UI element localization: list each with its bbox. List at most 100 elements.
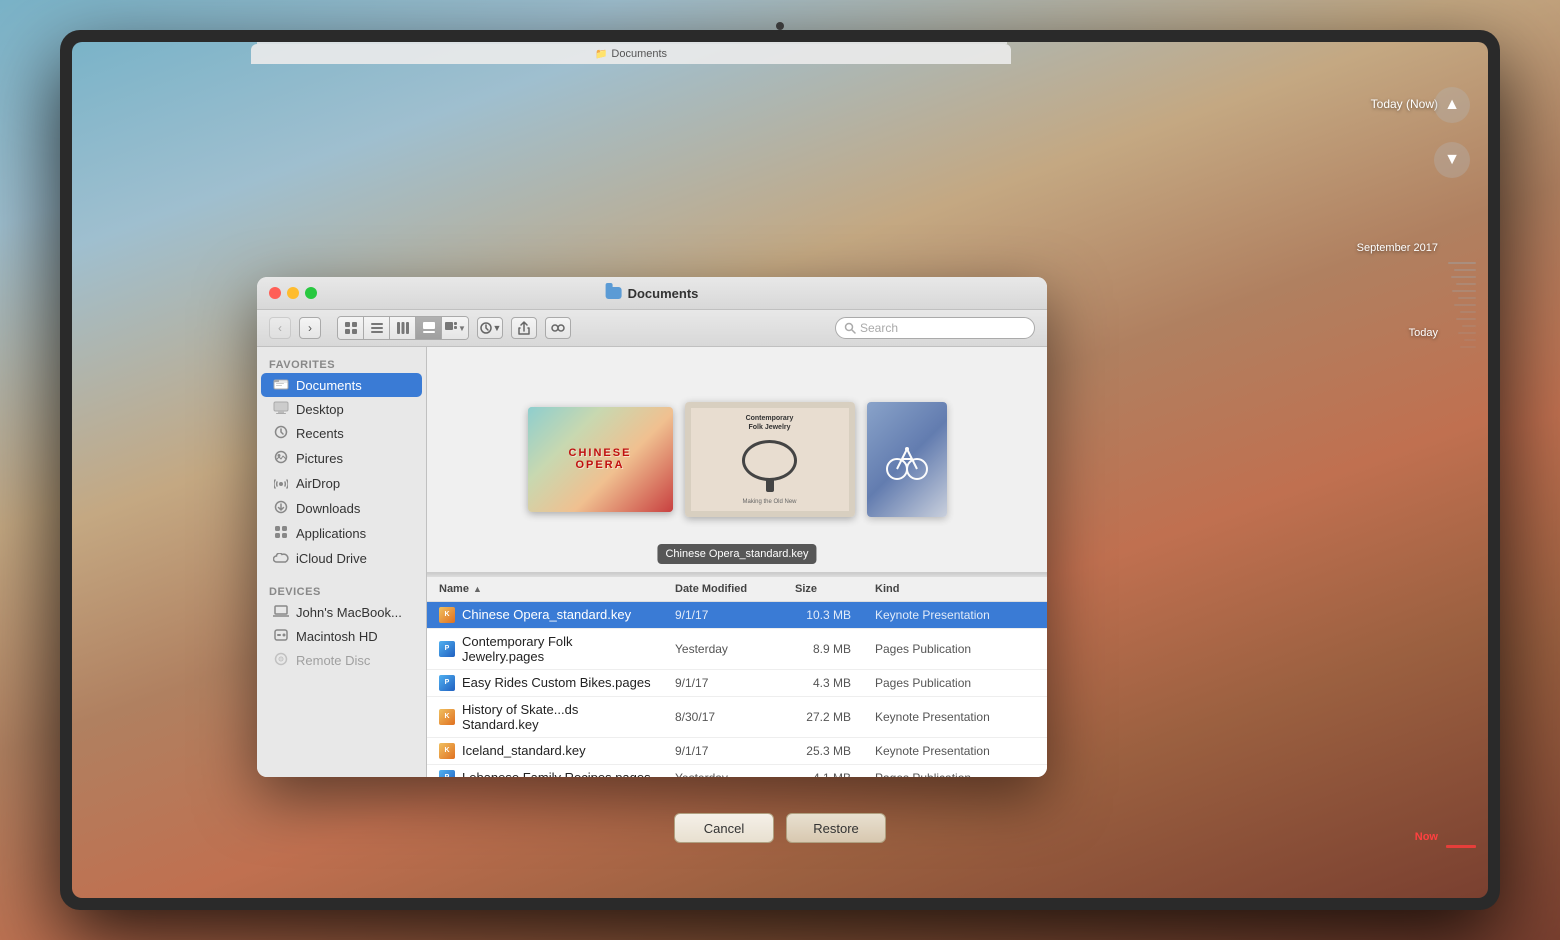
sidebar-item-remote-disc[interactable]: Remote Disc [261,648,422,673]
jewelry-title: ContemporaryFolk Jewelry [746,414,794,432]
bikes-preview[interactable] [867,402,947,517]
pendant [766,478,774,492]
file-name: P Easy Rides Custom Bikes.pages [427,670,667,696]
file-date: 8/30/17 [667,705,787,729]
maximize-button[interactable] [305,287,317,299]
file-kind: Pages Publication [867,671,1047,695]
back-button[interactable]: ‹ [269,317,291,339]
header-size[interactable]: Size [787,577,867,601]
restore-button[interactable]: Restore [786,813,886,843]
window-title: Documents [628,286,699,301]
sidebar-item-downloads[interactable]: Downloads [261,496,422,521]
header-name[interactable]: Name ▲ [427,577,667,601]
header-date[interactable]: Date Modified [667,577,787,601]
sidebar-documents-label: Documents [296,378,362,393]
tm-up-icon: ▲ [1444,96,1460,114]
finder-window: Documents ‹ › [257,277,1047,777]
camera-dot [776,22,784,30]
traffic-lights [269,287,317,299]
table-row[interactable]: K History of Skate...ds Standard.key 8/3… [427,697,1047,738]
tm-tick-bars [1436,262,1476,848]
file-size: 4.1 MB [787,766,867,778]
sidebar-remote-disc-label: Remote Disc [296,653,370,668]
documents-icon [273,377,289,393]
view-column-button[interactable] [390,317,416,339]
keynote-file-icon: K [439,709,455,725]
file-kind: Keynote Presentation [867,603,1047,627]
file-date: 9/1/17 [667,671,787,695]
file-size: 8.9 MB [787,637,867,661]
cancel-button[interactable]: Cancel [674,813,774,843]
sidebar-item-recents[interactable]: Recents [261,421,422,446]
opera-preview[interactable]: CHINESE OPERA [528,407,673,512]
toolbar: ‹ › [257,310,1047,347]
recents-icon [273,425,289,442]
sidebar-item-applications[interactable]: Applications [261,521,422,546]
file-name: P Contemporary Folk Jewelry.pages [427,629,667,669]
keynote-file-icon: K [439,743,455,759]
file-size: 27.2 MB [787,705,867,729]
forward-button[interactable]: › [299,317,321,339]
sidebar-airdrop-label: AirDrop [296,476,340,491]
jewelry-subtitle: Making the Old New [742,499,796,505]
view-list-button[interactable] [364,317,390,339]
sidebar-item-airdrop[interactable]: AirDrop [261,471,422,496]
file-tooltip: Chinese Opera_standard.key [657,544,816,564]
downloads-icon [273,500,289,517]
table-row[interactable]: P Easy Rides Custom Bikes.pages 9/1/17 4… [427,670,1047,697]
file-kind: Keynote Presentation [867,739,1047,763]
table-row[interactable]: P Contemporary Folk Jewelry.pages Yester… [427,629,1047,670]
share-button[interactable] [511,317,537,339]
table-row[interactable]: K Chinese Opera_standard.key 9/1/17 10.3… [427,602,1047,629]
file-size: 25.3 MB [787,739,867,763]
tm-today-now-label: Today (Now) [1371,97,1438,111]
opera-content: CHINESE OPERA [569,447,632,471]
action-button[interactable]: ▼ [477,317,503,339]
minimize-button[interactable] [287,287,299,299]
jewelry-preview[interactable]: ContemporaryFolk Jewelry Making the Old … [685,402,855,517]
table-row[interactable]: K Iceland_standard.key 9/1/17 25.3 MB Ke… [427,738,1047,765]
file-name-text: Easy Rides Custom Bikes.pages [462,675,651,690]
folder-icon [606,287,622,299]
view-arrange-button[interactable]: ▼ [442,317,468,339]
file-date: Yesterday [667,637,787,661]
sidebar-pictures-label: Pictures [296,451,343,466]
sidebar-item-pictures[interactable]: Pictures [261,446,422,471]
desktop-icon [273,401,289,417]
file-kind: Pages Publication [867,766,1047,778]
file-list-area: Name ▲ Date Modified Size Kind K Chinese… [427,577,1047,778]
tm-down-button[interactable]: ▼ [1434,142,1470,178]
file-kind: Pages Publication [867,637,1047,661]
macbook-frame: Today (Now) September 2017 Today Now ▲ ▼ [60,30,1500,910]
view-coverflow-button[interactable] [416,317,442,339]
file-name: P Lebanese Family Recipes.pages [427,765,667,778]
sidebar-item-macintosh-hd[interactable]: Macintosh HD [261,624,422,648]
sidebar-item-documents[interactable]: Documents [261,373,422,397]
bikes-bg [867,402,947,517]
stack-window-3: 📁 Documents [257,42,1007,44]
tm-today-label: Today [1409,327,1438,339]
file-name-text: Iceland_standard.key [462,743,586,758]
tm-up-button[interactable]: ▲ [1434,87,1470,123]
sidebar-item-icloud[interactable]: iCloud Drive [261,546,422,570]
jewelry-bg: ContemporaryFolk Jewelry Making the Old … [691,408,849,511]
sidebar-item-macbook[interactable]: John's MacBook... [261,600,422,624]
window-title-center: Documents [606,286,699,301]
file-list-header: Name ▲ Date Modified Size Kind [427,577,1047,602]
file-name-text: History of Skate...ds Standard.key [462,702,655,732]
header-kind[interactable]: Kind [867,577,1047,601]
tag-button[interactable] [545,317,571,339]
view-icon-button[interactable] [338,317,364,339]
file-size: 10.3 MB [787,603,867,627]
table-row[interactable]: P Lebanese Family Recipes.pages Yesterda… [427,765,1047,778]
tm-down-icon: ▼ [1444,151,1460,169]
file-name-text: Lebanese Family Recipes.pages [462,770,651,777]
sidebar-applications-label: Applications [296,526,366,541]
sidebar-recents-label: Recents [296,426,344,441]
file-name: K Iceland_standard.key [427,738,667,764]
sidebar-item-desktop[interactable]: Desktop [261,397,422,421]
file-date: 9/1/17 [667,739,787,763]
tm-now-label: Now [1415,831,1438,843]
search-box[interactable]: Search [835,317,1035,339]
close-button[interactable] [269,287,281,299]
